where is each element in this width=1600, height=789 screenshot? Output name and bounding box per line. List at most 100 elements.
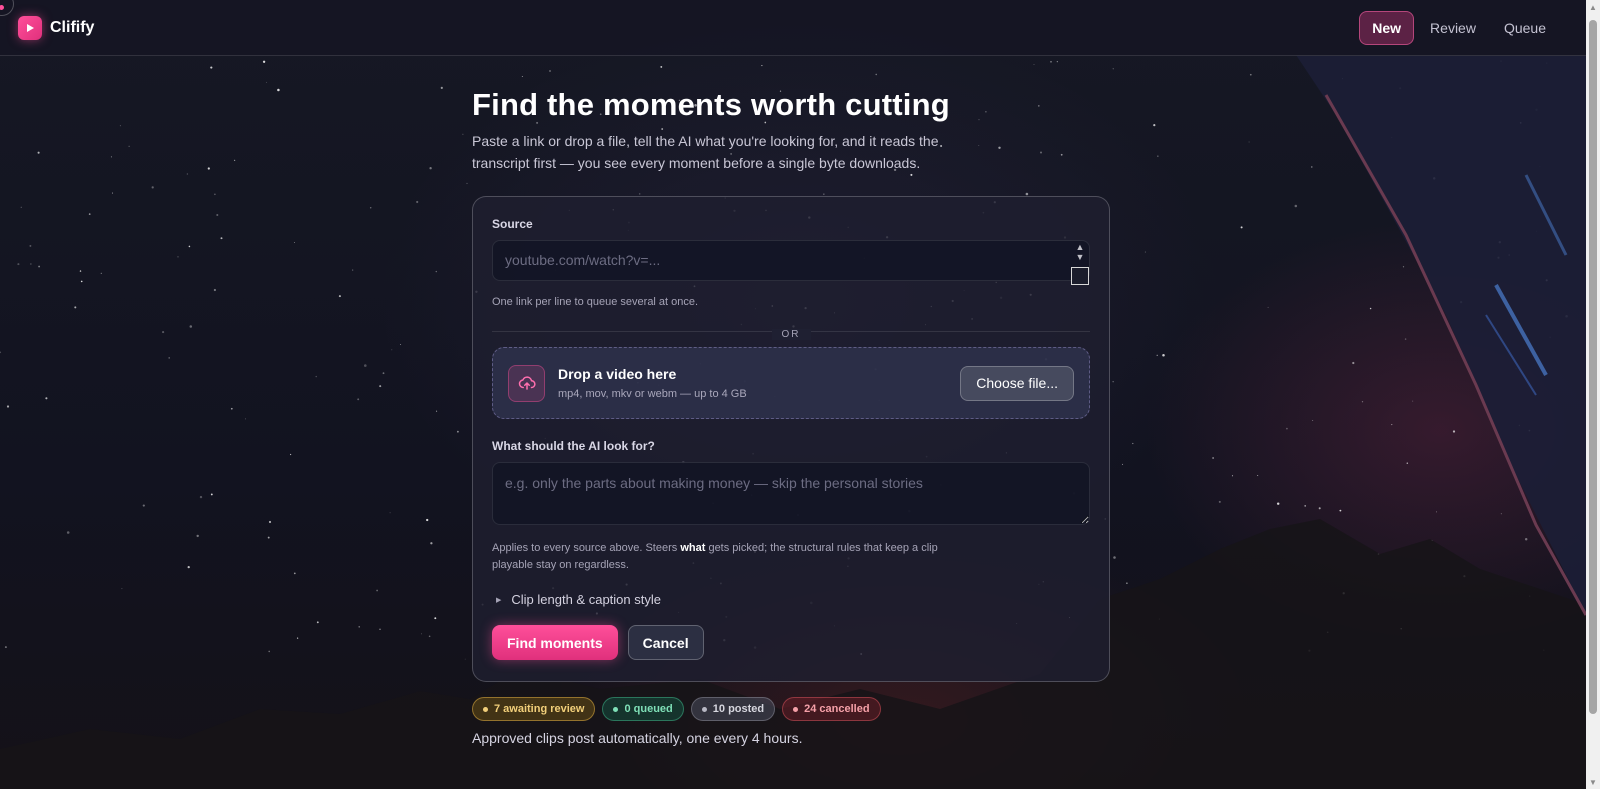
status-badge-posted[interactable]: 10 posted bbox=[690, 697, 776, 721]
star bbox=[436, 410, 438, 412]
scroll-down-icon[interactable]: ▼ bbox=[1586, 775, 1600, 789]
star bbox=[213, 288, 217, 292]
star bbox=[29, 244, 32, 247]
star bbox=[1153, 124, 1156, 127]
ai-prompt-label: What should the AI look for? bbox=[492, 439, 655, 453]
star bbox=[1056, 61, 1058, 63]
star bbox=[315, 375, 317, 378]
drop-subtitle: mp4, mov, mkv or webm — up to 4 GB bbox=[558, 388, 747, 400]
star bbox=[45, 397, 48, 400]
star bbox=[168, 357, 170, 359]
status-badge-review[interactable]: 7 awaiting review bbox=[472, 697, 596, 721]
status-badge-cancelled[interactable]: 24 cancelled bbox=[782, 697, 881, 721]
ai-hint-text: Applies to every source above. Steers bbox=[492, 542, 681, 554]
drop-title: Drop a video here bbox=[558, 366, 677, 382]
star bbox=[80, 280, 83, 283]
dot-icon bbox=[483, 706, 488, 712]
cancel-button[interactable]: Cancel bbox=[627, 625, 704, 660]
star bbox=[110, 156, 112, 158]
star bbox=[1156, 354, 1158, 356]
dot-icon bbox=[701, 706, 707, 712]
star bbox=[79, 270, 82, 272]
nav-item-review[interactable]: Review bbox=[1418, 12, 1488, 44]
star bbox=[462, 133, 464, 135]
cloud-upload-icon bbox=[508, 364, 545, 402]
source-hint: One link per line to queue several at on… bbox=[492, 296, 699, 308]
star bbox=[6, 405, 10, 408]
star bbox=[1286, 427, 1288, 430]
star bbox=[188, 245, 191, 248]
star bbox=[220, 237, 223, 240]
star bbox=[266, 81, 267, 83]
star bbox=[111, 192, 114, 194]
star bbox=[338, 295, 341, 298]
star bbox=[293, 241, 295, 243]
choose-file-button[interactable]: Choose file... bbox=[960, 365, 1074, 401]
star bbox=[369, 207, 372, 209]
star bbox=[910, 173, 913, 176]
star bbox=[151, 186, 154, 189]
page-subtitle: Paste a link or drop a file, tell the AI… bbox=[472, 133, 939, 171]
star bbox=[262, 60, 266, 63]
nav-item-queue[interactable]: Queue bbox=[1492, 12, 1558, 44]
top-navigation-bar: Clifify New Review Queue bbox=[0, 0, 1586, 56]
clip-options-toggle[interactable]: ▶ Clip length & caption style bbox=[492, 592, 1090, 607]
star bbox=[364, 364, 367, 367]
star bbox=[823, 193, 825, 195]
form-actions: Find moments Cancel bbox=[492, 625, 1090, 660]
brand[interactable]: Clifify bbox=[18, 15, 95, 40]
video-drop-zone[interactable]: Drop a video here mp4, mov, mkv or webm … bbox=[492, 347, 1090, 419]
star bbox=[37, 151, 40, 154]
app-name: Clifify bbox=[50, 18, 95, 36]
nav-item-new[interactable]: New bbox=[1359, 10, 1415, 45]
notification-dot-icon bbox=[0, 0, 14, 16]
scroll-up-icon[interactable]: ▲ bbox=[1586, 0, 1600, 14]
star bbox=[457, 430, 459, 433]
star bbox=[875, 73, 877, 76]
scrollbar-thumb[interactable] bbox=[1589, 20, 1597, 714]
star bbox=[230, 407, 233, 410]
dot-icon bbox=[613, 706, 619, 712]
star bbox=[352, 269, 354, 271]
star bbox=[30, 263, 32, 265]
star bbox=[0, 351, 2, 354]
star bbox=[216, 213, 219, 217]
star bbox=[1132, 442, 1134, 445]
star bbox=[233, 159, 236, 162]
star bbox=[119, 125, 121, 127]
star bbox=[1240, 226, 1243, 229]
or-text: OR bbox=[771, 329, 811, 340]
star bbox=[100, 272, 102, 275]
clip-options-label: Clip length & caption style bbox=[511, 592, 661, 607]
star bbox=[391, 349, 393, 351]
tent-edge bbox=[1296, 55, 1586, 616]
star bbox=[521, 76, 523, 77]
status-badge-queued[interactable]: 0 queued bbox=[602, 697, 684, 721]
star bbox=[210, 66, 213, 69]
posting-schedule-note: Approved clips post automatically, one e… bbox=[472, 730, 803, 746]
star bbox=[162, 331, 165, 334]
star bbox=[416, 200, 419, 204]
ai-hint-emphasis: what bbox=[680, 542, 706, 554]
star bbox=[186, 173, 189, 175]
star bbox=[214, 193, 216, 196]
star bbox=[1025, 192, 1029, 196]
star bbox=[289, 453, 292, 456]
page-scrollbar[interactable]: ▲ ▼ bbox=[1586, 0, 1600, 789]
star bbox=[660, 65, 663, 68]
hero-section: Find the moments worth cutting Paste a l… bbox=[472, 87, 1112, 174]
resize-grip-icon[interactable] bbox=[1071, 267, 1089, 285]
source-field-wrap: ▲▼ bbox=[492, 240, 1090, 286]
ai-prompt-input[interactable] bbox=[492, 462, 1090, 525]
badge-label: 7 awaiting review bbox=[494, 703, 585, 715]
star bbox=[1249, 73, 1252, 76]
star bbox=[189, 325, 193, 328]
star bbox=[245, 418, 246, 420]
main-nav: New Review Queue bbox=[1359, 10, 1558, 45]
page-title: Find the moments worth cutting bbox=[472, 87, 950, 122]
star bbox=[1050, 60, 1052, 63]
find-moments-button[interactable]: Find moments bbox=[492, 625, 618, 660]
source-input[interactable] bbox=[492, 240, 1090, 281]
star bbox=[20, 206, 22, 208]
star bbox=[1033, 64, 1035, 66]
